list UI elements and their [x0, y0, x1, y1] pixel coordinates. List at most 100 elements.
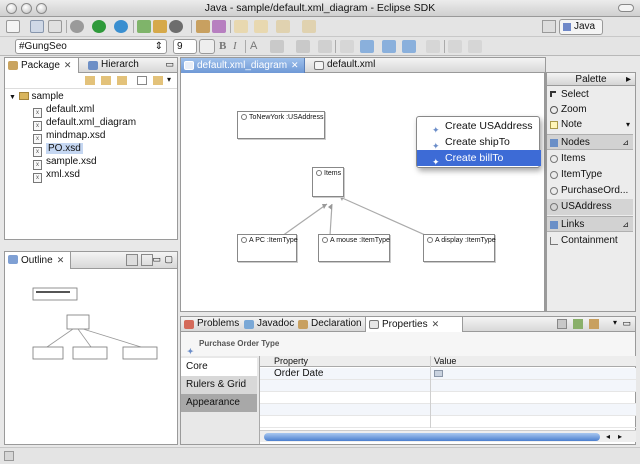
node-to-new-york[interactable]: ToNewYork :USAddress — [237, 111, 325, 139]
tree-item[interactable]: x default.xml_diagram — [33, 117, 136, 131]
maximize-icon[interactable]: ▢ — [164, 254, 173, 265]
print-icon[interactable] — [48, 20, 62, 33]
italic-icon[interactable]: I — [233, 40, 237, 52]
distribute-icon[interactable] — [402, 40, 416, 53]
horizontal-scrollbar[interactable]: ◂ ▸ — [260, 430, 636, 442]
category-rulers-grid[interactable]: Rulers & Grid — [181, 376, 257, 394]
close-icon[interactable]: ✕ — [432, 319, 440, 329]
line-style-icon[interactable] — [318, 40, 332, 53]
outline-mode-icon[interactable] — [126, 254, 138, 266]
minimize-icon[interactable]: ▭ — [152, 254, 161, 265]
select-all-icon[interactable] — [340, 40, 354, 53]
gear-icon[interactable] — [70, 20, 84, 33]
bold-icon[interactable]: B — [219, 40, 226, 52]
palette-header[interactable]: Palette ▸ — [547, 73, 635, 86]
line-color-icon[interactable] — [296, 40, 310, 53]
fill-color-icon[interactable] — [270, 40, 284, 53]
previous-annotation-icon[interactable] — [254, 20, 268, 33]
category-core[interactable]: Core — [181, 358, 257, 376]
node-pc[interactable]: A PC :ItemType — [237, 234, 298, 262]
scrollbar-thumb[interactable] — [264, 433, 600, 441]
chevron-down-icon[interactable]: ▾ — [626, 117, 630, 133]
tab-package[interactable]: Package ✕ — [5, 58, 79, 73]
route-icon[interactable] — [448, 40, 462, 53]
zoom-icon[interactable] — [426, 40, 440, 53]
palette-node-usaddress[interactable]: USAddress — [547, 199, 633, 215]
categories-icon[interactable] — [557, 319, 567, 329]
chevron-right-icon[interactable]: ▸ — [626, 73, 631, 86]
category-appearance[interactable]: Appearance — [181, 394, 257, 412]
tab-properties[interactable]: Properties ✕ — [365, 317, 463, 332]
palette-item-select[interactable]: Select — [547, 87, 633, 103]
palette-node-items[interactable]: Items — [547, 151, 633, 167]
pin-icon[interactable]: ⊿ — [622, 217, 629, 233]
run-icon[interactable] — [92, 20, 106, 33]
search-icon[interactable] — [212, 20, 226, 33]
zoom-window-button[interactable] — [36, 3, 47, 14]
menu-item-create-billto[interactable]: ✦ Create billTo — [417, 150, 541, 167]
minimize-window-button[interactable] — [21, 3, 32, 14]
view-menu-icon[interactable]: ▾ — [613, 318, 617, 327]
font-size-combo[interactable]: 9 — [173, 39, 197, 54]
new-package-icon[interactable] — [137, 20, 151, 33]
minimize-icon[interactable]: ▭ — [165, 59, 174, 70]
scroll-right-icon[interactable]: ▸ — [618, 432, 622, 441]
view-menu-icon[interactable]: ▾ — [167, 75, 171, 84]
close-icon[interactable]: ✕ — [57, 255, 65, 265]
scroll-left-icon[interactable]: ◂ — [606, 432, 610, 441]
pin-icon[interactable]: ⊿ — [622, 135, 629, 151]
toolbar-toggle-button[interactable] — [618, 4, 634, 12]
palette-drawer-nodes[interactable]: Nodes ⊿ — [547, 134, 633, 150]
menu-item-create-usaddress[interactable]: ✦ Create USAddress — [417, 118, 541, 135]
collapse-all-icon[interactable] — [137, 76, 147, 85]
expand-triangle-icon[interactable]: ▼ — [9, 94, 16, 101]
tree-item[interactable]: x default.xml — [33, 104, 94, 118]
diagram-canvas[interactable]: ToNewYork :USAddress Items A PC :ItemTyp… — [181, 73, 545, 311]
java-perspective-button[interactable]: Java — [559, 19, 603, 35]
palette-link-containment[interactable]: Containment — [547, 233, 633, 249]
save-icon[interactable] — [30, 20, 44, 33]
overview-mode-icon[interactable] — [141, 254, 153, 266]
open-type-icon[interactable] — [196, 20, 210, 33]
link-editor-icon[interactable] — [153, 76, 163, 85]
tree-item[interactable]: x xml.xsd — [33, 169, 80, 183]
node-items[interactable]: Items — [312, 167, 344, 197]
tab-problems[interactable]: Problems — [181, 317, 241, 332]
column-value[interactable]: Value — [434, 356, 456, 367]
back-icon[interactable] — [276, 20, 290, 33]
arrange-all-icon[interactable] — [360, 40, 374, 53]
forward-icon[interactable] — [101, 76, 111, 85]
restore-default-icon[interactable] — [589, 319, 599, 329]
tab-default-xml-diagram[interactable]: default.xml_diagram ✕ — [181, 58, 305, 73]
node-mouse[interactable]: A mouse :ItemType — [318, 234, 390, 262]
fast-view-icon[interactable] — [4, 451, 14, 461]
font-name-combo[interactable]: #GungSeo ⇕ — [15, 39, 167, 54]
close-window-button[interactable] — [6, 3, 17, 14]
open-perspective-icon[interactable] — [542, 20, 556, 33]
rectilinear-icon[interactable] — [468, 40, 482, 53]
up-icon[interactable] — [117, 76, 127, 85]
forward-icon[interactable] — [302, 20, 316, 33]
new-class-icon[interactable] — [153, 20, 167, 33]
close-icon[interactable]: ✕ — [64, 60, 72, 70]
tab-default-xml[interactable]: default.xml — [311, 58, 385, 73]
date-icon[interactable] — [434, 370, 443, 377]
tab-hierarchy[interactable]: Hierarch — [85, 58, 151, 73]
node-display[interactable]: A display :ItemType — [423, 234, 496, 262]
table-row[interactable]: Order Date — [260, 368, 636, 380]
new-icon[interactable] — [6, 20, 20, 33]
tab-outline[interactable]: Outline ✕ — [5, 252, 71, 269]
tree-root-sample[interactable]: ▼ sample — [9, 91, 64, 104]
back-icon[interactable] — [85, 76, 95, 85]
menu-item-create-shipto[interactable]: ✦ Create shipTo — [417, 134, 541, 151]
tree-item[interactable]: x sample.xsd — [33, 156, 97, 170]
tree-item[interactable]: x mindmap.xsd — [33, 130, 105, 144]
align-icon[interactable] — [382, 40, 396, 53]
palette-item-zoom[interactable]: Zoom — [547, 102, 633, 118]
next-annotation-icon[interactable] — [234, 20, 248, 33]
font-color-icon[interactable]: A — [250, 40, 257, 52]
palette-node-purchaseorder[interactable]: PurchaseOrd... — [547, 183, 633, 199]
tree-item-selected[interactable]: x PO.xsd — [33, 143, 83, 157]
column-property[interactable]: Property — [274, 356, 308, 367]
tab-declaration[interactable]: Declaration — [295, 317, 367, 332]
